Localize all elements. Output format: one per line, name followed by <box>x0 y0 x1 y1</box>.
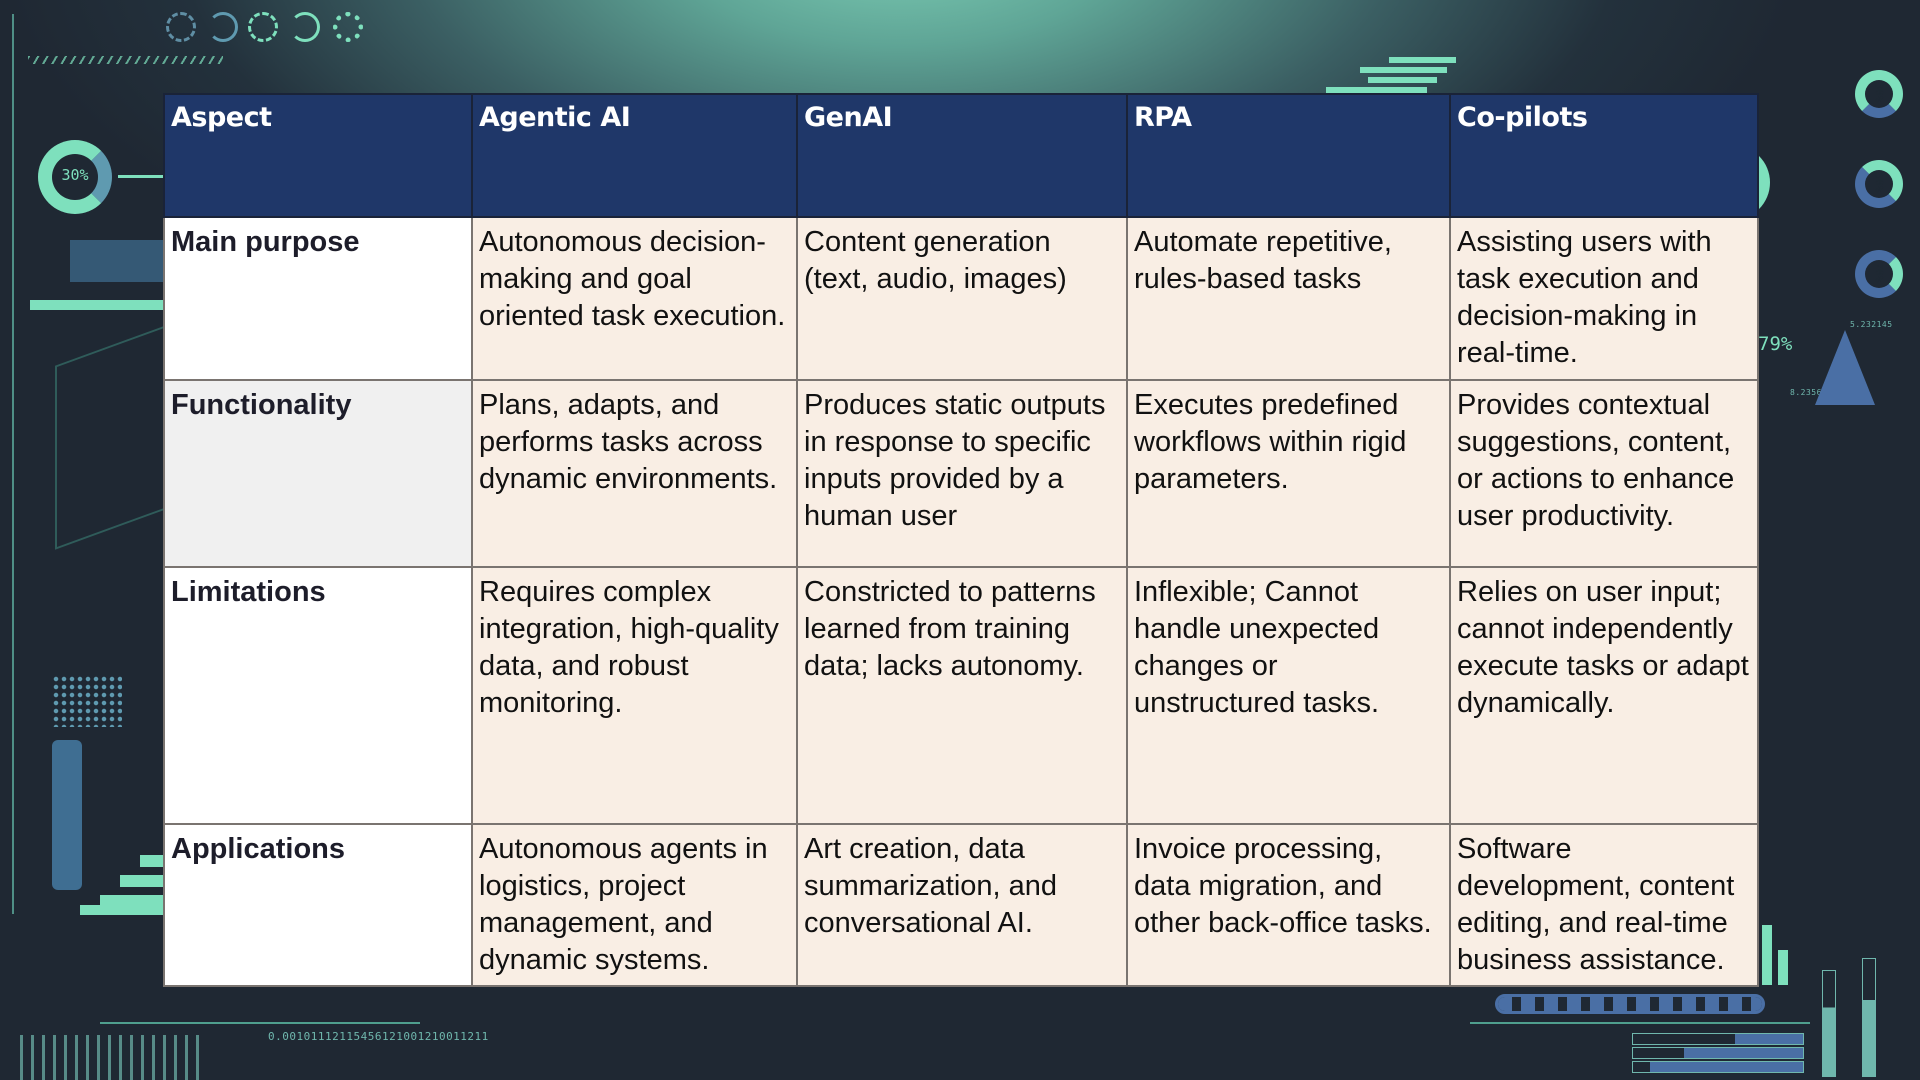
header-co-pilots: Co-pilots <box>1449 93 1759 218</box>
header-aspect: Aspect <box>163 93 473 218</box>
vertical-gauge <box>52 740 82 890</box>
bar-indicator <box>1778 950 1788 985</box>
data-bar <box>1389 57 1456 63</box>
progress-bar <box>1632 1061 1804 1073</box>
step-bar <box>120 875 163 887</box>
table-row-applications: Applications Autonomous agents in logist… <box>163 823 1759 987</box>
step-bar <box>80 905 163 915</box>
row-label: Functionality <box>163 379 473 568</box>
gauge-label: 79% <box>1758 333 1793 355</box>
gauge-label: 50% <box>1872 172 1886 193</box>
table-cell: Invoice processing, data migration, and … <box>1126 823 1451 987</box>
bar-line <box>30 300 163 310</box>
connector <box>118 175 163 178</box>
table-cell: Software development, content editing, a… <box>1449 823 1759 987</box>
row-label: Limitations <box>163 566 473 825</box>
header-rpa: RPA <box>1126 93 1451 218</box>
table-header-row: Aspect Agentic AI GenAI RPA Co-pilots <box>163 93 1759 218</box>
data-bar <box>1368 77 1437 83</box>
table-cell: Executes predefined workflows within rig… <box>1126 379 1451 568</box>
gauge-30-left <box>38 140 112 214</box>
row-label: Main purpose <box>163 216 473 381</box>
table-cell: Autonomous agents in logistics, project … <box>471 823 798 987</box>
binary-readout: 0.00101112115456121001210011211 <box>268 1030 489 1043</box>
step-bar <box>140 855 163 867</box>
table-row-functionality: Functionality Plans, adapts, and perform… <box>163 379 1759 568</box>
readout: 8.235687 <box>1790 388 1833 397</box>
table-cell: Relies on user input; cannot independent… <box>1449 566 1759 825</box>
dot-grid <box>52 675 122 727</box>
gauge-label: 30% <box>61 166 89 184</box>
gauge-label: 70% <box>1872 262 1886 283</box>
progress-bar <box>1632 1047 1804 1059</box>
table-row-limitations: Limitations Requires complex integration… <box>163 566 1759 825</box>
table-cell: Produces static outputs in response to s… <box>796 379 1128 568</box>
row-label: Applications <box>163 823 473 987</box>
level-meter <box>1862 958 1876 1077</box>
data-bar <box>1360 67 1447 73</box>
dial-icon <box>290 12 320 42</box>
comparison-table: Aspect Agentic AI GenAI RPA Co-pilots Ma… <box>163 93 1759 987</box>
dial-icon <box>166 12 196 42</box>
gauge-70 <box>1855 250 1903 298</box>
table-cell: Provides contextual suggestions, content… <box>1449 379 1759 568</box>
triangle-graphic <box>1815 330 1875 405</box>
circuit-line <box>100 1022 420 1024</box>
table-cell: Requires complex integration, high-quali… <box>471 566 798 825</box>
dial-icon <box>333 12 363 42</box>
table-cell: Art creation, data summarization, and co… <box>796 823 1128 987</box>
hatch-strip <box>28 56 223 64</box>
dial-icon <box>208 12 238 42</box>
table-cell: Inflexible; Cannot handle unexpected cha… <box>1126 566 1451 825</box>
level-meter <box>1822 970 1836 1077</box>
bar-indicator <box>1762 925 1772 985</box>
step-bar <box>100 895 163 907</box>
readout: 5.232145 <box>1850 320 1893 329</box>
header-agentic-ai: Agentic AI <box>471 93 798 218</box>
circuit-line <box>1470 1022 1810 1024</box>
equalizer-bars <box>20 1035 200 1080</box>
gauge-label: 30% <box>1872 82 1886 103</box>
table-cell: Autonomous decision-making and goal orie… <box>471 216 798 381</box>
left-vertical-line <box>12 14 14 914</box>
table-cell: Automate repetitive, rules-based tasks <box>1126 216 1451 381</box>
dial-icon <box>248 12 278 42</box>
table-cell: Constricted to patterns learned from tra… <box>796 566 1128 825</box>
gauge-30-right <box>1855 70 1903 118</box>
table-cell: Content generation (text, audio, images) <box>796 216 1128 381</box>
progress-bar <box>1632 1033 1804 1045</box>
table-cell: Assisting users with task execution and … <box>1449 216 1759 381</box>
hex-graphic <box>55 324 169 550</box>
header-genai: GenAI <box>796 93 1128 218</box>
bar-panel <box>70 240 163 282</box>
table-row-main-purpose: Main purpose Autonomous decision-making … <box>163 216 1759 381</box>
table-cell: Plans, adapts, and performs tasks across… <box>471 379 798 568</box>
gauge-50 <box>1855 160 1903 208</box>
pill-track <box>1495 994 1765 1014</box>
